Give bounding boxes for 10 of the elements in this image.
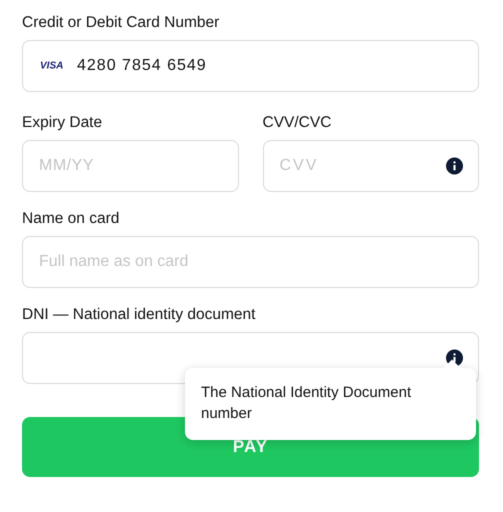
name-field[interactable]: Full name as on card [22, 236, 479, 288]
field-label: Name on card [22, 210, 120, 228]
expiry-field[interactable]: MM/YY [22, 140, 238, 192]
field-label: Expiry Date [22, 114, 104, 132]
field-label: DNI — National identity document [22, 306, 256, 324]
field-label: Credit or Debit Card Number [22, 14, 220, 32]
info-icon[interactable] [446, 158, 463, 174]
field-label: CVV/CVC [262, 114, 332, 132]
card-brand-logo: VISA [40, 60, 64, 72]
cvv-field[interactable]: CVV [262, 140, 479, 192]
